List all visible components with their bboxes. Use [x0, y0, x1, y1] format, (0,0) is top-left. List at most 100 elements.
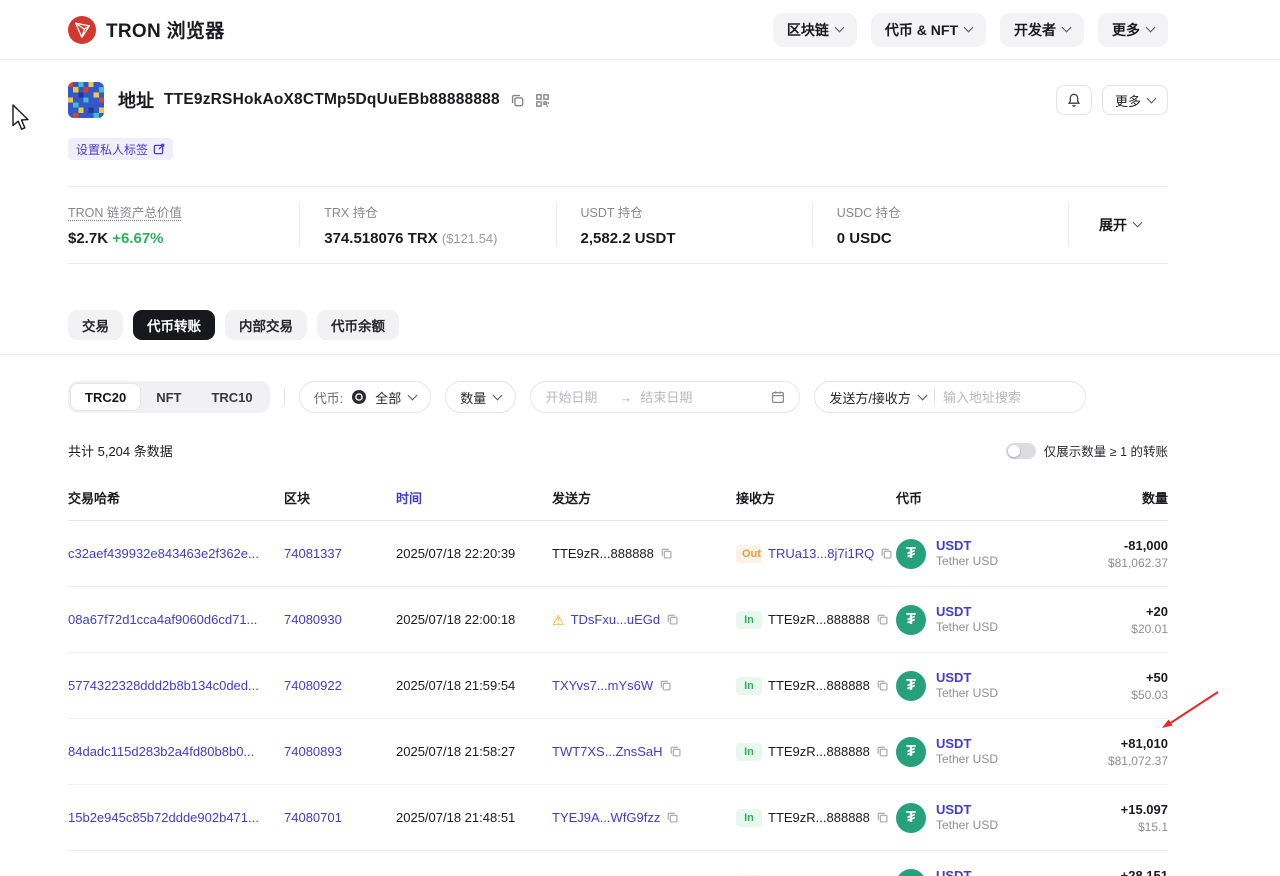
trx-usd-value: ($121.54)	[441, 231, 498, 246]
nav-menu-tokens-nft[interactable]: 代币 & NFT	[870, 12, 986, 47]
amount-filter-dropdown[interactable]: 数量	[445, 381, 517, 413]
end-date-input[interactable]	[640, 389, 707, 405]
block-link[interactable]: 74080922	[284, 678, 342, 693]
stat-usdc-holdings: USDC 持仓 0 USDC	[811, 202, 1068, 247]
block-link[interactable]: 74080930	[284, 612, 342, 627]
token-filter-dropdown[interactable]: 代币: 全部	[298, 381, 432, 413]
block-link[interactable]: 74080893	[284, 744, 342, 759]
token-symbol-link[interactable]: USDT	[936, 868, 998, 876]
set-private-tag-link[interactable]: 设置私人标签	[68, 138, 174, 160]
copy-address-icon[interactable]	[510, 93, 525, 108]
bell-icon	[1066, 92, 1082, 108]
segment-nft[interactable]: NFT	[141, 383, 196, 411]
qr-code-icon[interactable]	[535, 93, 550, 108]
calendar-icon[interactable]	[771, 390, 785, 404]
to-address: TTE9zR...888888	[768, 744, 870, 759]
transfer-usd-value: $15.1	[1137, 819, 1168, 834]
tx-hash-link[interactable]: 84dadc115d283b2a4fd80b8b0...	[68, 744, 254, 759]
from-address-link[interactable]: TWT7XS...ZnsSaH	[552, 744, 663, 759]
copy-icon[interactable]	[660, 547, 673, 560]
total-asset-value: $2.7K	[68, 230, 109, 247]
token-symbol-link[interactable]: USDT	[936, 604, 998, 620]
copy-icon[interactable]	[880, 547, 893, 560]
segment-trc20[interactable]: TRC20	[70, 383, 142, 411]
direction-filter-dropdown[interactable]: 发送方/接收方	[829, 388, 911, 407]
stat-trx-holdings: TRX 持仓 374.518076 TRX ($121.54)	[299, 202, 555, 247]
transfer-usd-value: $81,072.37	[1107, 753, 1168, 768]
expand-holdings-button[interactable]: 展开	[1068, 202, 1168, 247]
chevron-down-icon	[1146, 93, 1157, 103]
to-address-link[interactable]: TRUa13...8j7i1RQ	[768, 546, 874, 561]
tx-time: 2025/07/18 21:48:51	[396, 810, 516, 825]
direction-badge-in: In	[736, 610, 762, 629]
tx-hash-link[interactable]: 08a67f72d1cca4af9060d6cd71...	[68, 612, 257, 627]
copy-icon[interactable]	[876, 811, 889, 824]
chevron-down-icon	[407, 390, 418, 400]
address-search-input[interactable]	[942, 389, 1061, 405]
table-header-row: 交易哈希 区块 时间 发送方 接收方 代币 数量	[68, 476, 1168, 521]
copy-icon[interactable]	[669, 745, 682, 758]
tab-token-balances[interactable]: 代币余额	[317, 310, 399, 340]
from-address-link[interactable]: TXYvs7...mYs6W	[552, 678, 653, 693]
transfer-amount: +28.151	[1120, 867, 1168, 876]
token-transfers-table: 交易哈希 区块 时间 发送方 接收方 代币 数量 c32aef439932e84…	[68, 476, 1168, 876]
tab-transactions[interactable]: 交易	[68, 310, 123, 340]
token-symbol-link[interactable]: USDT	[936, 670, 998, 686]
tx-hash-link[interactable]: c32aef439932e843463e2f362e...	[68, 546, 259, 561]
notification-bell-button[interactable]	[1055, 85, 1092, 115]
trx-value: 374.518076 TRX	[324, 230, 438, 247]
block-link[interactable]: 74081337	[284, 546, 342, 561]
token-symbol-link[interactable]: USDT	[936, 538, 998, 554]
usdt-token-icon: ₮	[896, 736, 926, 767]
top-navbar: TRON 浏览器 区块链 代币 & NFT 开发者 更多	[0, 0, 1280, 60]
token-symbol-link[interactable]: USDT	[936, 802, 998, 818]
brand[interactable]: TRON 浏览器	[68, 15, 225, 44]
tx-hash-link[interactable]: 15b2e945c85b72ddde902b471...	[68, 810, 259, 825]
segment-trc10[interactable]: TRC10	[196, 383, 267, 411]
block-link[interactable]: 74080701	[284, 810, 342, 825]
table-row: 84dadc115d283b2a4fd80b8b0... 74080893 20…	[68, 719, 1168, 785]
expand-label: 展开	[1099, 216, 1127, 233]
nav-menu-more[interactable]: 更多	[1098, 12, 1168, 47]
copy-icon[interactable]	[876, 613, 889, 626]
table-row: 15b2e945c85b72ddde902b471... 74080701 20…	[68, 785, 1168, 851]
filter-toolbar: TRC20 NFT TRC10 代币: 全部 数量 → 发送	[0, 355, 1280, 413]
copy-icon[interactable]	[876, 745, 889, 758]
address-type-label: 地址	[118, 91, 154, 111]
tx-hash-link[interactable]: 5774322328ddd2b8b134c0ded...	[68, 678, 259, 693]
header-time-sort[interactable]: 时间	[396, 488, 552, 507]
chevron-down-icon	[1132, 217, 1143, 228]
copy-icon[interactable]	[666, 811, 679, 824]
direction-badge-in: In	[736, 808, 762, 827]
nav-menu-blockchain[interactable]: 区块链	[772, 12, 857, 47]
token-name: Tether USD	[936, 620, 999, 635]
from-address-link[interactable]: TDsFxu...uEGd	[571, 612, 661, 627]
tab-internal-transactions[interactable]: 内部交易	[225, 310, 307, 340]
start-date-input[interactable]	[545, 389, 612, 405]
address-more-button[interactable]: 更多	[1101, 85, 1168, 115]
tab-token-transfers[interactable]: 代币转账	[133, 310, 215, 340]
transfer-usd-value: $81,062.37	[1107, 555, 1168, 570]
min-amount-toggle[interactable]	[1005, 442, 1036, 459]
usdc-value: 0 USDC	[836, 230, 892, 247]
copy-icon[interactable]	[659, 679, 672, 692]
from-address-link[interactable]: TYEJ9A...WfG9fzz	[552, 810, 660, 825]
copy-icon[interactable]	[666, 613, 679, 626]
tx-time: 2025/07/18 22:00:18	[396, 612, 516, 627]
usdt-token-icon: ₮	[896, 604, 926, 635]
edit-icon	[153, 143, 165, 155]
main-navigation: 区块链 代币 & NFT 开发者 更多	[759, 12, 1168, 47]
token-symbol-link[interactable]: USDT	[936, 736, 998, 752]
token-coin-icon	[352, 390, 367, 404]
copy-icon[interactable]	[876, 679, 889, 692]
usdt-token-icon: ₮	[896, 538, 926, 569]
transfer-amount: +50	[1145, 669, 1168, 685]
private-tag-label: 设置私人标签	[76, 142, 149, 157]
from-address: TTE9zR...888888	[552, 546, 654, 561]
header-from: 发送方	[552, 491, 592, 506]
nav-menu-developers[interactable]: 开发者	[1000, 12, 1084, 47]
token-filter-label: 代币:	[313, 390, 344, 406]
brand-title: TRON 浏览器	[106, 21, 225, 42]
stat-label: TRX 持仓	[324, 206, 378, 220]
address-search-filter: 发送方/接收方	[814, 381, 1087, 413]
